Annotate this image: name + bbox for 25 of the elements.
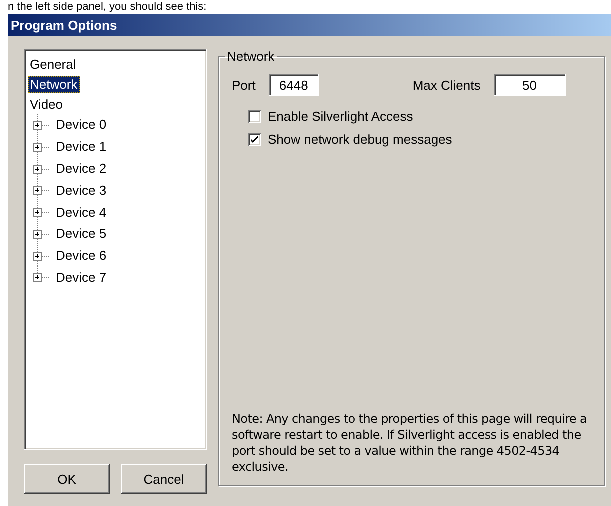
note-text: Note: Any changes to the properties of this page will require a software restart to enable. If Silverlight access is enabled the port should be set to a value within the range 4502-4534 exclusive. (232, 411, 588, 475)
group-title: Network (226, 49, 276, 64)
checkbox-label: Enable Silverlight Access (268, 108, 414, 124)
tree-item[interactable]: Device 0 (54, 116, 109, 134)
tree-item[interactable]: General (28, 56, 78, 72)
tree-item[interactable]: Video (28, 96, 66, 112)
checkbox-label: Show network debug messages (268, 132, 452, 146)
tree-item[interactable]: Device 5 (54, 225, 109, 242)
tree-item[interactable]: Device 6 (54, 247, 109, 264)
tree-item[interactable]: Device 7 (54, 268, 109, 286)
ok-button[interactable]: OK (24, 464, 110, 494)
field-label: Port (232, 78, 256, 92)
checked-checkbox[interactable] (248, 132, 261, 146)
cancel-button[interactable]: Cancel (121, 464, 207, 494)
checkbox[interactable] (248, 110, 261, 122)
tree-item[interactable]: Network (28, 76, 80, 92)
tree-item[interactable]: Device 1 (54, 138, 109, 156)
field-label: Max Clients (412, 78, 481, 92)
window-title: Program Options (8, 14, 611, 36)
input-field[interactable]: 6448 (268, 74, 319, 96)
tree-item[interactable]: Device 3 (54, 182, 109, 199)
caption-text: n the left side panel, you should see this: (7, 0, 208, 14)
tree-item[interactable]: Device 4 (54, 204, 109, 221)
input-field[interactable]: 50 (494, 74, 566, 96)
tree-item[interactable]: Device 2 (54, 160, 109, 177)
